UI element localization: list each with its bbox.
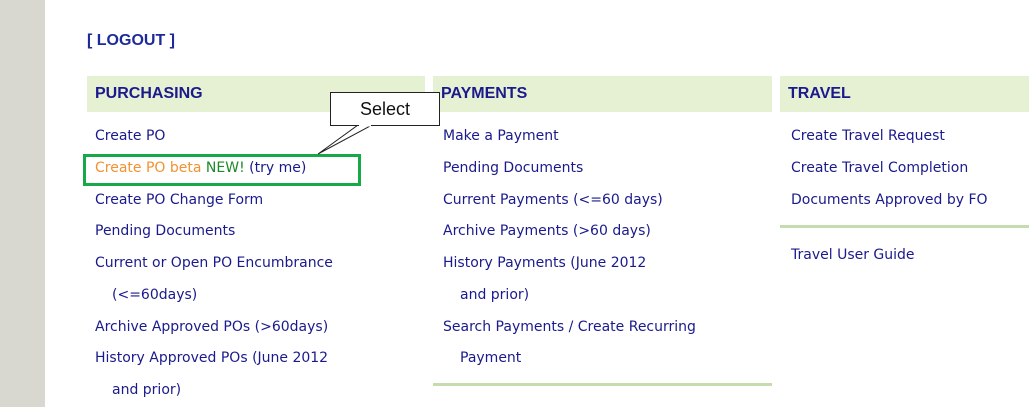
documents-approved-by-fo-link[interactable]: Documents Approved by FO	[791, 190, 988, 210]
search-payments-link[interactable]: Search Payments / Create Recurring	[443, 317, 696, 337]
history-payments-link[interactable]: History Payments (June 2012	[443, 253, 646, 273]
travel-user-guide-link[interactable]: Travel User Guide	[791, 245, 915, 265]
travel-divider	[780, 225, 1029, 228]
make-a-payment-link[interactable]: Make a Payment	[443, 126, 559, 146]
payments-pending-documents-link[interactable]: Pending Documents	[443, 158, 583, 178]
left-sidebar-strip	[0, 0, 45, 407]
select-callout: Select	[330, 92, 440, 126]
history-approved-pos-link[interactable]: History Approved POs (June 2012	[95, 348, 328, 368]
search-payments-link-cont[interactable]: Payment	[443, 348, 521, 368]
create-po-change-form-link[interactable]: Create PO Change Form	[95, 190, 263, 210]
create-travel-request-link[interactable]: Create Travel Request	[791, 126, 945, 146]
payments-divider	[433, 383, 772, 386]
archive-approved-pos-link[interactable]: Archive Approved POs (>60days)	[95, 317, 328, 337]
create-po-link[interactable]: Create PO	[95, 126, 165, 146]
current-payments-link[interactable]: Current Payments (<=60 days)	[443, 190, 663, 210]
travel-header: TRAVEL	[780, 76, 1029, 112]
logout-link[interactable]: [ LOGOUT ]	[87, 32, 175, 50]
current-open-po-encumbrance-link-cont[interactable]: (<=60days)	[95, 285, 197, 305]
archive-payments-link[interactable]: Archive Payments (>60 days)	[443, 221, 651, 241]
payments-header: PAYMENTS	[433, 76, 772, 112]
current-open-po-encumbrance-link[interactable]: Current or Open PO Encumbrance	[95, 253, 333, 273]
history-approved-pos-link-cont[interactable]: and prior)	[95, 380, 181, 400]
select-highlight-box	[83, 154, 361, 186]
create-travel-completion-link[interactable]: Create Travel Completion	[791, 158, 968, 178]
history-payments-link-cont[interactable]: and prior)	[443, 285, 529, 305]
purchasing-pending-documents-link[interactable]: Pending Documents	[95, 221, 235, 241]
